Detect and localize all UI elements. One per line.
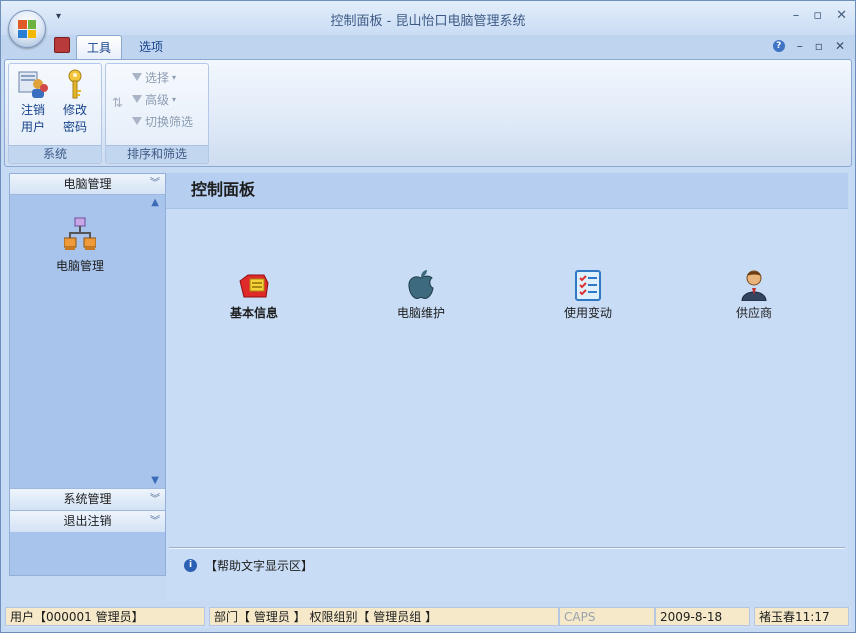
help-text: 【帮助文字显示区】 [205,559,314,573]
nav-section-label: 系统管理 [63,492,112,506]
nav-item-computer-management[interactable]: 电脑管理 [40,217,120,274]
window-title: 控制面板 - 昆山怡口电脑管理系统 [330,14,526,29]
help-icon[interactable]: ? [772,40,785,52]
document-controls: ? – ▫ ✕ [772,39,845,53]
title-bar: 控制面板 - 昆山怡口电脑管理系统 – ▫ ✕ [1,1,855,35]
advanced-label: 高级 [145,93,170,107]
advanced-button[interactable]: 高级 ▾ [132,91,176,108]
password-label-1: 修改 [62,103,87,117]
chevron-double-down-icon: ︾ [150,516,160,527]
nav-header[interactable]: 电脑管理 ︾ [10,174,165,195]
tab-options[interactable]: 选项 [129,35,173,59]
change-password-button[interactable]: 修改 密码 [57,68,93,136]
person-icon [738,269,770,302]
tab-tools[interactable]: 工具 [76,35,123,60]
key-icon [59,68,91,100]
nav-item-area: ▲ 电脑管理 ▼ [10,195,165,488]
window-controls: – ▫ ✕ [793,8,847,23]
network-icon [63,217,97,251]
tile-basic-info[interactable]: 基本信息 [199,269,309,321]
close-button[interactable]: ✕ [836,8,847,23]
navigation-pane: 电脑管理 ︾ ▲ 电脑管理 ▼ 系统管理 ︾ 退出注销 ︾ [9,173,166,576]
tile-suppliers[interactable]: 供应商 [699,269,809,321]
maximize-button[interactable]: ▫ [813,8,822,23]
group-sort-filter-label: 排序和筛选 [106,145,208,163]
office-button[interactable] [8,10,46,48]
users-icon [17,68,49,100]
toggle-filter-button[interactable]: 切换筛选 [132,113,193,130]
group-sort-filter: ⇅ 选择 ▾ 高级 ▾ 切换筛选 排序和筛选 [105,63,209,164]
doc-restore-button[interactable]: ▫ [815,39,823,53]
logout-user-button[interactable]: 注销 用户 [15,68,51,136]
status-date: 2009-8-18 [655,607,750,626]
help-divider [169,547,845,549]
status-time: 褚玉春11:17 [754,607,849,626]
tile-label: 基本信息 [229,306,278,320]
page-title: 控制面板 [166,173,848,209]
status-bar: 用户【000001 管理员】 部门【 管理员 】 权限组别【 管理员组 】 CA… [5,607,851,628]
scroll-up-icon[interactable]: ▲ [151,197,159,208]
status-dept: 部门【 管理员 】 权限组别【 管理员组 】 [209,607,559,626]
switchboard-content: 控制面板 基本信息 电脑维护 使用变动 供应商 i 【帮助文字显示区】 [166,173,848,601]
app-window: 控制面板 - 昆山怡口电脑管理系统 – ▫ ✕ ▾ 工具 选项 ? – ▫ ✕ [0,0,856,633]
tile-label: 电脑维护 [396,306,445,320]
apple-icon [405,269,437,301]
chevron-down-icon: ▾ [172,73,177,82]
access-icon [54,37,70,53]
nav-item-label: 电脑管理 [55,259,104,273]
nav-section-logout[interactable]: 退出注销 ︾ [10,510,165,532]
filter-icon [132,72,142,83]
doc-close-button[interactable]: ✕ [835,39,845,53]
tile-usage-changes[interactable]: 使用变动 [533,269,643,321]
help-area: i 【帮助文字显示区】 [184,557,313,574]
tile-label: 使用变动 [563,306,612,320]
office-logo-icon [18,20,36,38]
tile-label: 供应商 [735,306,772,320]
password-label-2: 密码 [62,120,87,134]
info-folder-icon [238,269,270,301]
group-system-label: 系统 [9,145,101,163]
quick-access-dropdown-icon[interactable]: ▾ [56,11,61,22]
info-icon: i [184,559,197,572]
doc-minimize-button[interactable]: – [797,39,803,53]
chevron-down-icon: ▾ [172,95,177,104]
logout-label-2: 用户 [20,120,45,134]
nav-section-system[interactable]: 系统管理 ︾ [10,488,165,510]
group-system: 注销 用户 修改 密码 系统 [8,63,102,164]
checklist-icon [572,269,604,301]
logout-label-1: 注销 [20,103,45,117]
status-user: 用户【000001 管理员】 [5,607,205,626]
status-caps: CAPS [559,607,655,626]
filter-icon [132,94,142,105]
select-label: 选择 [145,71,170,85]
filter-icon [132,116,142,127]
nav-header-label: 电脑管理 [63,177,112,191]
nav-section-label: 退出注销 [63,514,112,528]
sort-icon: ⇅ [112,96,123,111]
ribbon: 注销 用户 修改 密码 系统 ⇅ 选择 ▾ 高级 ▾ 切换筛选 排序和筛选 [4,59,852,167]
chevron-double-down-icon: ︾ [150,494,160,505]
minimize-button[interactable]: – [793,8,800,23]
tile-computer-maintenance[interactable]: 电脑维护 [366,269,476,321]
scroll-down-icon[interactable]: ▼ [151,475,159,486]
toggle-filter-label: 切换筛选 [145,115,194,129]
chevron-double-down-icon[interactable]: ︾ [150,174,160,194]
select-button[interactable]: 选择 ▾ [132,69,176,86]
